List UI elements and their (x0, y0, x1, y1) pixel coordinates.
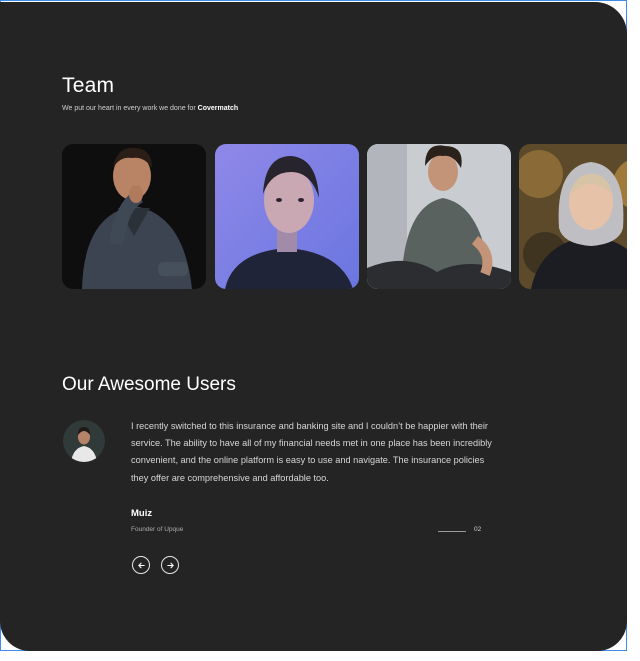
team-subtitle: We put our heart in every work we done f… (62, 105, 238, 112)
man-sitting-tshirt-photo (367, 144, 511, 289)
team-member-photo-1[interactable] (62, 144, 206, 289)
pager-divider (438, 531, 466, 532)
user-avatar-photo (63, 420, 105, 462)
testimonial-author-role: Founder of Upque (131, 526, 184, 533)
avatar (63, 420, 105, 462)
next-button[interactable] (161, 556, 179, 574)
team-member-photo-2[interactable] (215, 144, 359, 289)
team-title: Team (62, 74, 115, 97)
pager-number: 02 (474, 526, 482, 533)
team-member-photo-4[interactable] (519, 144, 627, 289)
team-subtitle-text: We put our heart in every work we done f… (62, 105, 196, 112)
testimonial-quote: I recently switched to this insurance an… (131, 421, 492, 483)
content-panel: Team We put our heart in every work we d… (0, 2, 627, 651)
prev-button[interactable] (132, 556, 150, 574)
testimonial-author: Muiz (131, 508, 153, 519)
arrow-right-icon (166, 562, 174, 568)
team-member-photo-3[interactable] (367, 144, 511, 289)
woman-hoodie-photo (519, 144, 627, 289)
team-subtitle-brand: Covermatch (197, 105, 239, 112)
arrow-left-icon (137, 562, 145, 568)
man-in-dark-shirt-photo (62, 144, 206, 289)
woman-blue-light-photo (215, 144, 359, 289)
testimonials-title: Our Awesome Users (62, 374, 236, 395)
